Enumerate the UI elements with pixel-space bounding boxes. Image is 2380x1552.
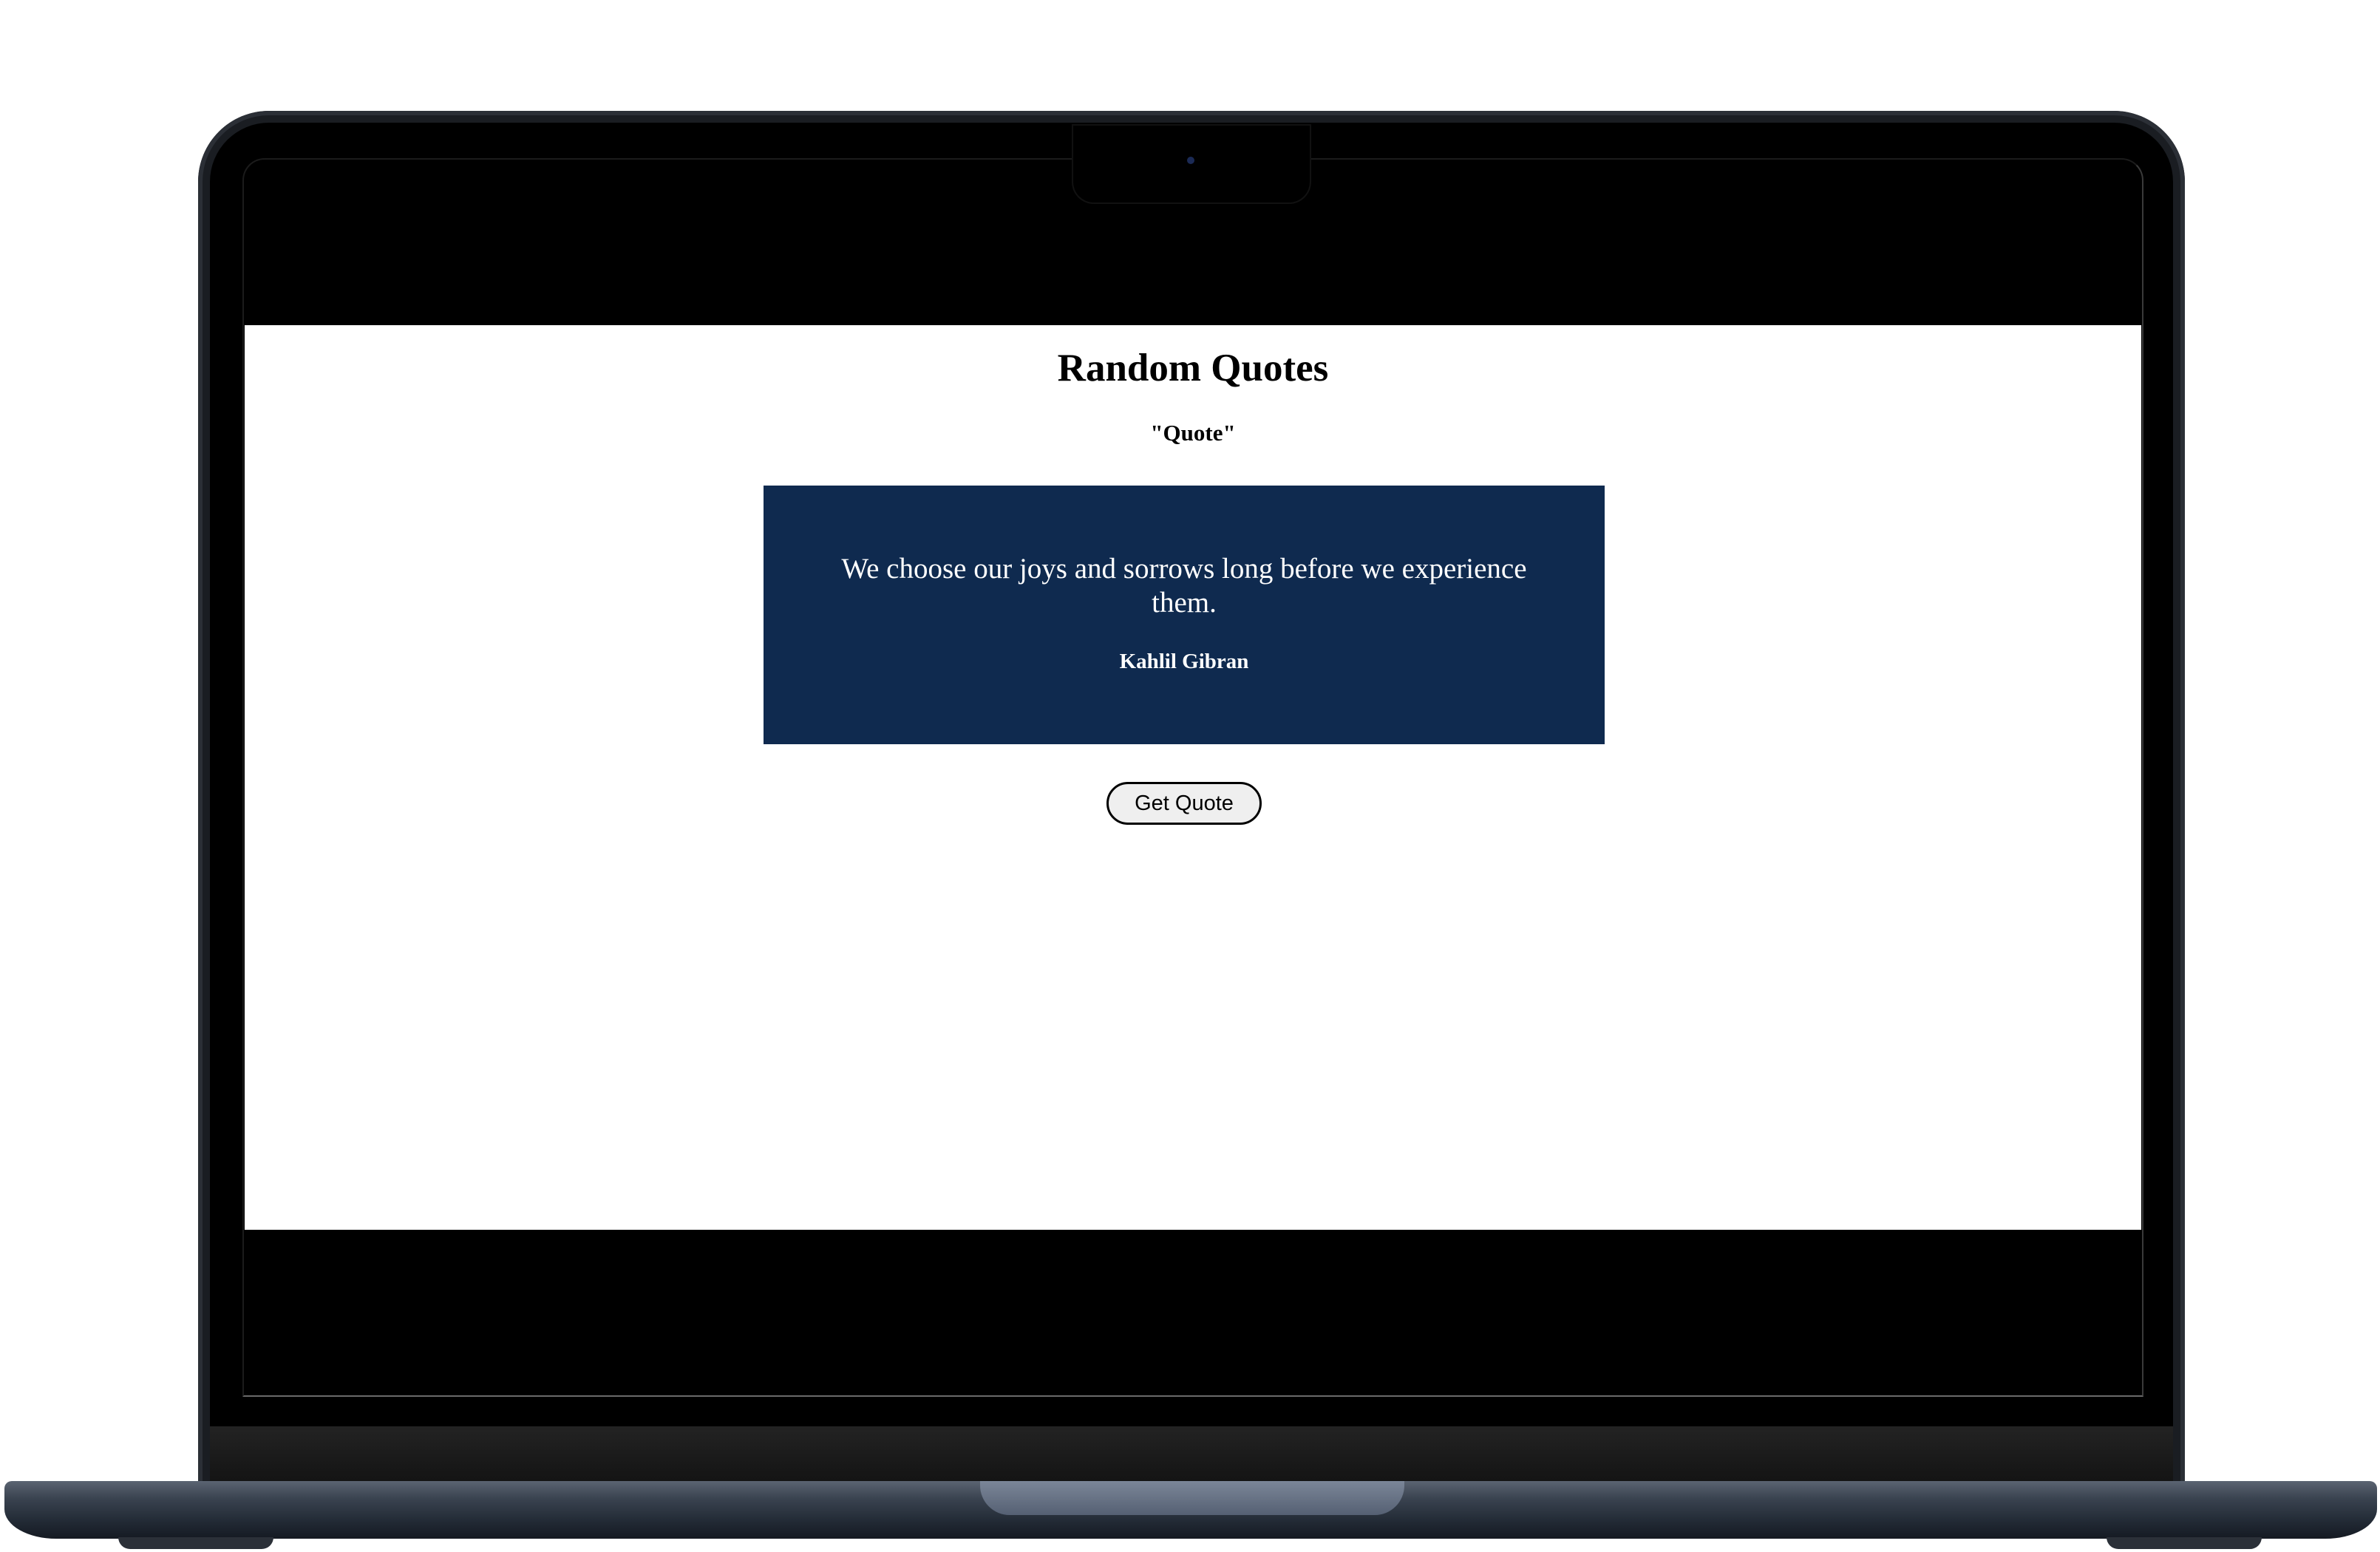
laptop-foot-left	[118, 1537, 273, 1549]
browser-viewport: Random Quotes "Quote" We choose our joys…	[245, 325, 2141, 1230]
get-quote-button[interactable]: Get Quote	[1106, 782, 1262, 825]
laptop-mockup: Random Quotes "Quote" We choose our joys…	[0, 0, 2380, 1552]
laptop-hinge	[980, 1481, 1404, 1515]
quote-text: We choose our joys and sorrows long befo…	[841, 553, 1527, 619]
page-title: Random Quotes	[1057, 347, 1329, 389]
camera-icon	[1187, 157, 1194, 164]
camera-notch	[1073, 126, 1310, 202]
quote-card: We choose our joys and sorrows long befo…	[764, 486, 1605, 744]
laptop-chin	[210, 1426, 2173, 1481]
quote-author: Kahlil Gibran	[1119, 650, 1249, 673]
laptop-foot-right	[2107, 1537, 2262, 1549]
page-subtitle: "Quote"	[1150, 420, 1236, 446]
